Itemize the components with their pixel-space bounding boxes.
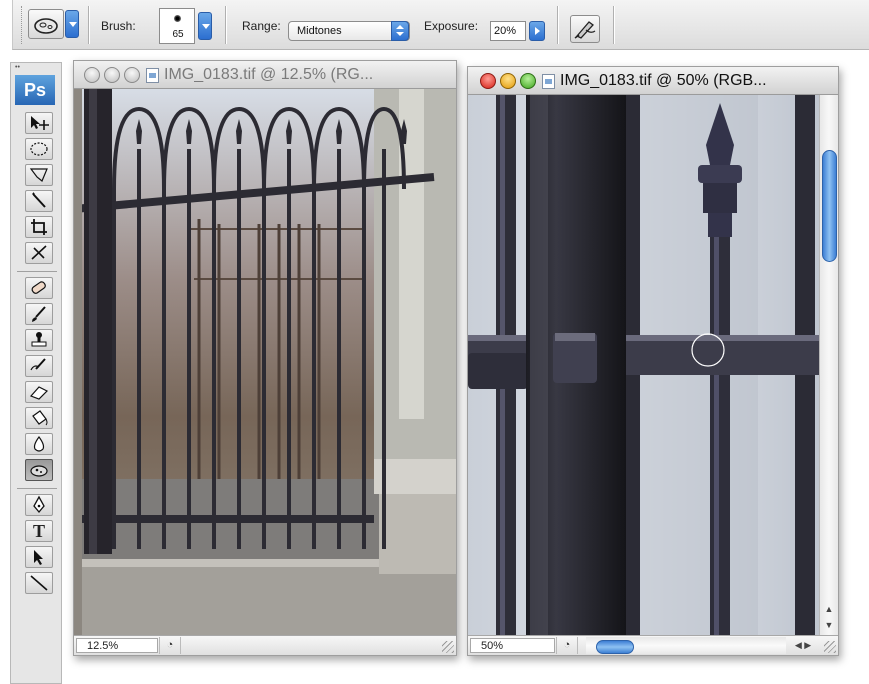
pen-tool-icon[interactable]	[25, 494, 53, 516]
document-title: IMG_0183.tif @ 12.5% (RG...	[164, 66, 374, 83]
tool-preset-picker[interactable]	[28, 9, 79, 43]
minimize-button[interactable]	[104, 67, 120, 83]
close-button[interactable]	[480, 73, 496, 89]
clone-stamp-tool-icon[interactable]	[25, 329, 53, 351]
paint-bucket-tool-icon[interactable]	[25, 407, 53, 429]
exposure-slider-button[interactable]	[529, 21, 545, 41]
slice-tool-icon[interactable]	[25, 242, 53, 264]
brush-label: Brush:	[101, 19, 136, 33]
select-stepper-icon	[391, 21, 409, 41]
zoom-level-field[interactable]: 50%	[470, 638, 555, 653]
range-select[interactable]: Midtones	[288, 21, 410, 41]
divider	[225, 6, 226, 44]
crop-tool-icon[interactable]	[25, 216, 53, 238]
document-titlebar[interactable]: IMG_0183.tif @ 50% (RGB...	[468, 67, 838, 95]
minimize-button[interactable]	[500, 73, 516, 89]
status-info-button[interactable]: ◔	[556, 637, 578, 654]
brush-picker[interactable]: 65	[159, 8, 195, 44]
move-tool-icon[interactable]	[25, 112, 53, 134]
range-label: Range:	[242, 19, 281, 33]
brush-size-value: 65	[172, 29, 184, 40]
document-window-right[interactable]: IMG_0183.tif @ 50% (RGB... ▲ ▼ 50% ◔ ◀ ▶	[467, 66, 839, 656]
zoom-button[interactable]	[520, 73, 536, 89]
exposure-label: Exposure:	[424, 19, 479, 33]
options-bar: Brush: 65 Range: Midtones Exposure: 20%	[12, 0, 869, 50]
marquee-tool-icon[interactable]	[25, 138, 53, 160]
document-title: IMG_0183.tif @ 50% (RGB...	[560, 72, 767, 89]
exposure-field[interactable]: 20%	[490, 21, 526, 41]
brush-dropdown-button[interactable]	[198, 12, 212, 40]
image-canvas-right[interactable]	[468, 95, 819, 636]
brush-tip-icon	[174, 15, 181, 22]
resize-grip[interactable]	[824, 641, 836, 653]
range-selected-value: Midtones	[297, 25, 342, 37]
vertical-scroll-thumb[interactable]	[822, 150, 837, 262]
tiff-file-icon	[146, 68, 159, 83]
close-button[interactable]	[84, 67, 100, 83]
horizontal-scrollbar[interactable]	[586, 637, 786, 654]
document-titlebar[interactable]: IMG_0183.tif @ 12.5% (RG...	[74, 61, 456, 89]
sponge-tool-icon[interactable]	[25, 459, 53, 481]
toolbox: •• Ps T	[10, 62, 62, 684]
scroll-up-arrow-icon[interactable]: ▲	[820, 601, 838, 617]
options-bar-grip[interactable]	[21, 6, 23, 44]
photoshop-workspace: Brush: 65 Range: Midtones Exposure: 20% …	[0, 0, 869, 684]
brush-tool-icon[interactable]	[25, 303, 53, 325]
status-bar-right: 50% ◔ ◀ ▶	[468, 635, 838, 655]
chevron-down-icon[interactable]	[65, 10, 79, 38]
healing-brush-tool-icon[interactable]	[25, 277, 53, 299]
toolbox-grip[interactable]: ••	[15, 64, 55, 72]
airbrush-button[interactable]	[570, 15, 600, 43]
ps-logo[interactable]: Ps	[15, 75, 55, 105]
eraser-tool-icon[interactable]	[25, 381, 53, 403]
image-canvas-left[interactable]	[74, 89, 456, 635]
resize-grip[interactable]	[442, 641, 454, 653]
horizontal-scroll-arrows[interactable]: ◀ ▶	[784, 637, 822, 654]
zoom-level-field[interactable]: 12.5%	[76, 638, 158, 653]
zoom-button[interactable]	[124, 67, 140, 83]
toolbox-divider	[17, 488, 57, 489]
status-info-button[interactable]: ◔	[159, 637, 181, 654]
toolbox-divider	[17, 271, 57, 272]
line-tool-icon[interactable]	[25, 572, 53, 594]
airbrush-icon	[574, 21, 596, 39]
divider	[88, 6, 89, 44]
blur-tool-icon[interactable]	[25, 433, 53, 455]
document-window-left[interactable]: IMG_0183.tif @ 12.5% (RG... 12.5% ◔	[73, 60, 457, 656]
horizontal-scroll-thumb[interactable]	[596, 640, 634, 654]
vertical-scrollbar[interactable]: ▲ ▼	[819, 95, 838, 635]
scroll-down-arrow-icon[interactable]: ▼	[820, 617, 838, 633]
sponge-tool-icon	[28, 9, 64, 39]
lasso-tool-icon[interactable]	[25, 164, 53, 186]
tiff-file-icon	[542, 74, 555, 89]
magic-wand-tool-icon[interactable]	[25, 190, 53, 212]
divider	[557, 6, 558, 44]
history-brush-tool-icon[interactable]	[25, 355, 53, 377]
path-selection-tool-icon[interactable]	[25, 546, 53, 568]
divider	[613, 6, 614, 44]
status-bar-left: 12.5% ◔	[74, 635, 456, 655]
type-tool-icon[interactable]: T	[25, 520, 53, 542]
